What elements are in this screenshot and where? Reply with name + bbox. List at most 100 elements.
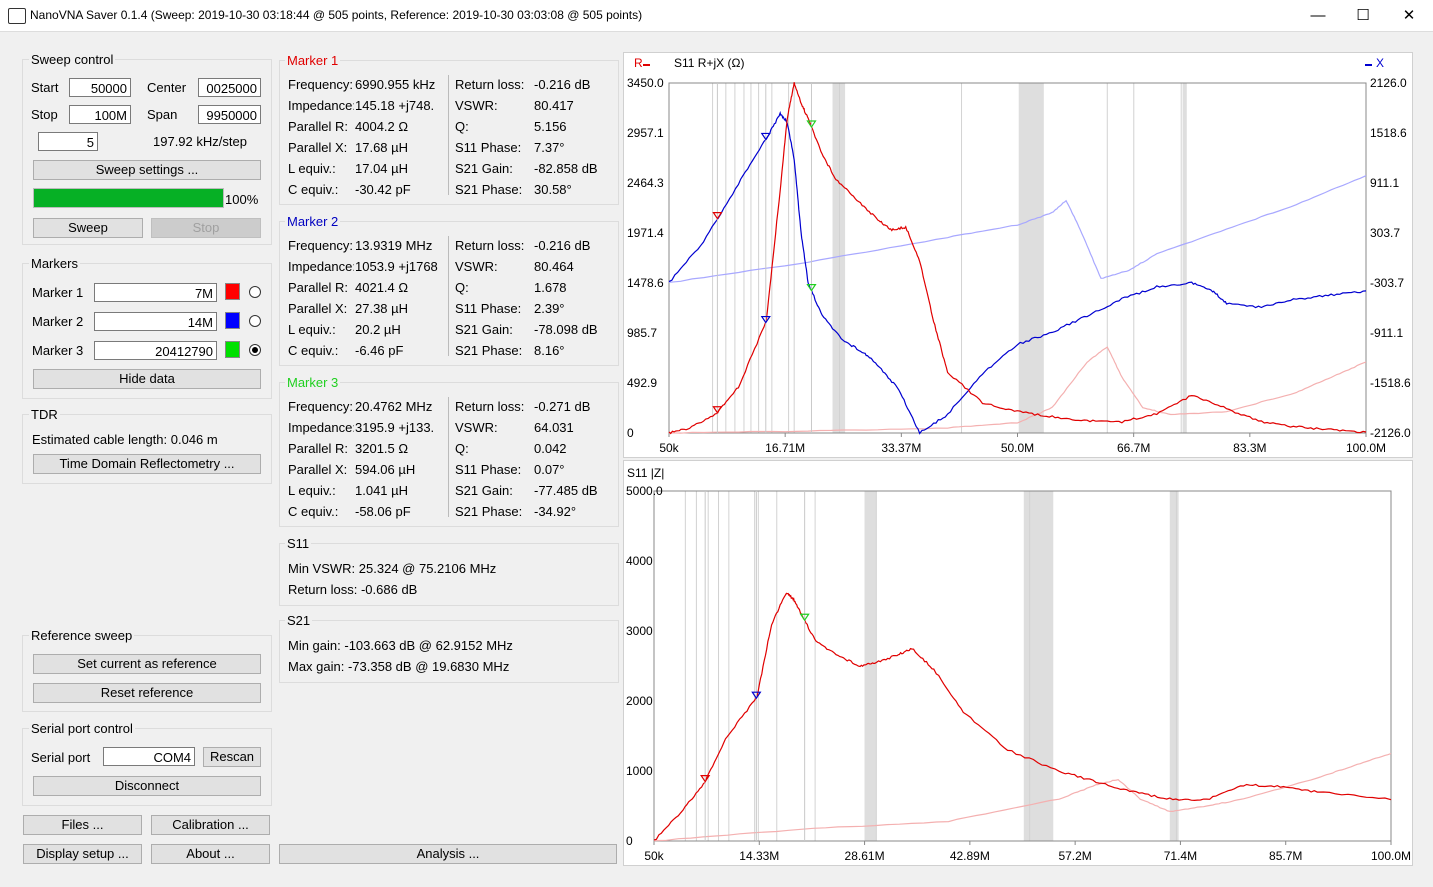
interference-band bbox=[1169, 491, 1179, 841]
field-label: C equiv.: bbox=[288, 343, 339, 358]
panel-divider bbox=[448, 397, 449, 517]
disconnect-button[interactable]: Disconnect bbox=[33, 776, 261, 796]
panel-divider bbox=[448, 236, 449, 356]
marker-2-left-row: Parallel X: 27.38 µH bbox=[288, 301, 448, 319]
y-left-tick-label: 985.7 bbox=[627, 326, 657, 340]
marker-1-radio[interactable] bbox=[249, 286, 261, 298]
field-value: -77.485 dB bbox=[534, 483, 598, 498]
s21-min-gain: Min gain: -103.663 dB @ 62.9152 MHz bbox=[288, 638, 513, 653]
field-value: -0.216 dB bbox=[534, 77, 591, 92]
field-label: S21 Gain: bbox=[455, 322, 513, 337]
marker-2-frequency-input[interactable]: 14M bbox=[94, 312, 217, 331]
marker-2-left-row: Frequency: 13.9319 MHz bbox=[288, 238, 448, 256]
marker-3-frequency-input[interactable]: 20412790 bbox=[94, 341, 217, 360]
x-tick-label: 42.89M bbox=[950, 849, 990, 863]
marker-2-right-row: S21 Phase: 8.16° bbox=[455, 343, 615, 361]
x-tick-label: 100.0M bbox=[1371, 849, 1411, 863]
legend-r-label: R bbox=[634, 56, 643, 70]
calibration-button[interactable]: Calibration ... bbox=[151, 815, 270, 835]
y-tick-label: 3000 bbox=[626, 624, 653, 638]
y-right-tick-label: 911.1 bbox=[1370, 176, 1399, 190]
marker-1-right-row: Return loss: -0.216 dB bbox=[455, 77, 615, 95]
marker-2-left-row: L equiv.: 20.2 µH bbox=[288, 322, 448, 340]
legend-x-label: X bbox=[1376, 56, 1384, 70]
marker-2-color-button[interactable] bbox=[225, 312, 240, 329]
field-value: 145.18 +j748. bbox=[355, 98, 435, 113]
progress-text: 100% bbox=[225, 192, 259, 207]
field-label: Return loss: bbox=[455, 399, 525, 414]
y-right-tick-label: -2126.0 bbox=[1370, 426, 1411, 440]
chart-title: S11 R+jX (Ω) bbox=[674, 56, 744, 70]
panel-divider bbox=[448, 75, 449, 195]
marker-1-color-button[interactable] bbox=[225, 283, 240, 300]
field-value: 4021.4 Ω bbox=[355, 280, 409, 295]
impedance-chart[interactable]: 50k 14.33M 28.61M 42.89M 57.2M 71.4M 85.7M 100.… bbox=[623, 460, 1413, 866]
field-value: 64.031 bbox=[534, 420, 574, 435]
cable-length-text: Estimated cable length: 0.046 m bbox=[32, 432, 218, 447]
stop-input[interactable]: 100M bbox=[69, 105, 131, 124]
y-left-tick-label: 1971.4 bbox=[627, 226, 664, 240]
field-label: Parallel R: bbox=[288, 119, 348, 134]
marker-2-radio[interactable] bbox=[249, 315, 261, 327]
y-left-tick-label: 1478.6 bbox=[627, 276, 664, 290]
analysis-button[interactable]: Analysis ... bbox=[279, 844, 617, 864]
window-title: NanoVNA Saver 0.1.4 (Sweep: 2019-10-30 0… bbox=[30, 8, 643, 22]
stop-button[interactable]: Stop bbox=[151, 218, 261, 238]
y-tick-label: 4000 bbox=[626, 554, 653, 568]
x-tick-label: 71.4M bbox=[1164, 849, 1197, 863]
progress-fill bbox=[34, 189, 223, 207]
maximize-button[interactable]: ☐ bbox=[1340, 0, 1386, 31]
field-value: -34.92° bbox=[534, 504, 577, 519]
set-reference-button[interactable]: Set current as reference bbox=[33, 654, 261, 674]
x-tick-label: 50k bbox=[644, 849, 664, 863]
reset-reference-button[interactable]: Reset reference bbox=[33, 683, 261, 703]
marker-1-label: Marker 1 bbox=[32, 285, 84, 300]
marker-1-frequency-input[interactable]: 7M bbox=[94, 283, 217, 302]
hide-data-button[interactable]: Hide data bbox=[33, 369, 261, 389]
marker-3-color-button[interactable] bbox=[225, 341, 240, 358]
s11-return-loss: Return loss: -0.686 dB bbox=[288, 582, 418, 597]
span-input[interactable]: 9950000 bbox=[198, 105, 261, 124]
marker-3-right-row: VSWR: 64.031 bbox=[455, 420, 615, 438]
center-input[interactable]: 0025000 bbox=[198, 78, 261, 97]
field-label: Parallel X: bbox=[288, 140, 348, 155]
about-button[interactable]: About ... bbox=[151, 844, 270, 864]
center-label: Center bbox=[147, 80, 187, 95]
markers-label: Markers bbox=[29, 256, 80, 271]
start-input[interactable]: 50000 bbox=[69, 78, 131, 97]
marker-2-left-row: Impedance: 1053.9 +j1768 bbox=[288, 259, 448, 277]
interference-band bbox=[1018, 83, 1044, 433]
minimize-button[interactable]: — bbox=[1295, 0, 1341, 31]
serial-port-input[interactable]: COM4 bbox=[103, 747, 195, 766]
tdr-button[interactable]: Time Domain Reflectometry ... bbox=[33, 454, 261, 474]
field-value: 1.041 µH bbox=[355, 483, 409, 498]
start-label: Start bbox=[31, 80, 59, 95]
marker-3-radio[interactable] bbox=[249, 344, 261, 356]
marker-3-right-row: S11 Phase: 0.07° bbox=[455, 462, 615, 480]
marker-3-right-row: Return loss: -0.271 dB bbox=[455, 399, 615, 417]
field-label: C equiv.: bbox=[288, 182, 339, 197]
marker-1-right-row: S21 Phase: 30.58° bbox=[455, 182, 615, 200]
field-value: -58.06 pF bbox=[355, 504, 411, 519]
marker-2-panel-title: Marker 2 bbox=[285, 214, 341, 229]
files-button[interactable]: Files ... bbox=[23, 815, 142, 835]
marker-3-left-row: Frequency: 20.4762 MHz bbox=[288, 399, 448, 417]
rescan-button[interactable]: Rescan bbox=[203, 747, 261, 767]
marker-2-right-row: VSWR: 80.464 bbox=[455, 259, 615, 277]
field-value: 3201.5 Ω bbox=[355, 441, 409, 456]
field-value: 0.042 bbox=[534, 441, 567, 456]
marker-1-left-row: C equiv.: -30.42 pF bbox=[288, 182, 448, 200]
close-button[interactable]: ✕ bbox=[1386, 0, 1432, 31]
serial-label: Serial port control bbox=[29, 721, 135, 736]
rx-chart[interactable]: 50k 16.71M 33.37M 50.0M 66.7M 83.3M 100.0M 3450… bbox=[623, 52, 1413, 458]
y-right-tick-label: 1518.6 bbox=[1370, 126, 1407, 140]
sweep-settings-button[interactable]: Sweep settings ... bbox=[33, 160, 261, 180]
display-setup-button[interactable]: Display setup ... bbox=[23, 844, 142, 864]
interference-band bbox=[864, 491, 877, 841]
field-label: Impedance: bbox=[288, 259, 354, 274]
field-label: S11 Phase: bbox=[455, 301, 522, 316]
marker-3-right-row: Q: 0.042 bbox=[455, 441, 615, 459]
sweep-button[interactable]: Sweep bbox=[33, 218, 143, 238]
sweep-count-input[interactable]: 5 bbox=[38, 132, 98, 151]
field-value: -0.271 dB bbox=[534, 399, 591, 414]
